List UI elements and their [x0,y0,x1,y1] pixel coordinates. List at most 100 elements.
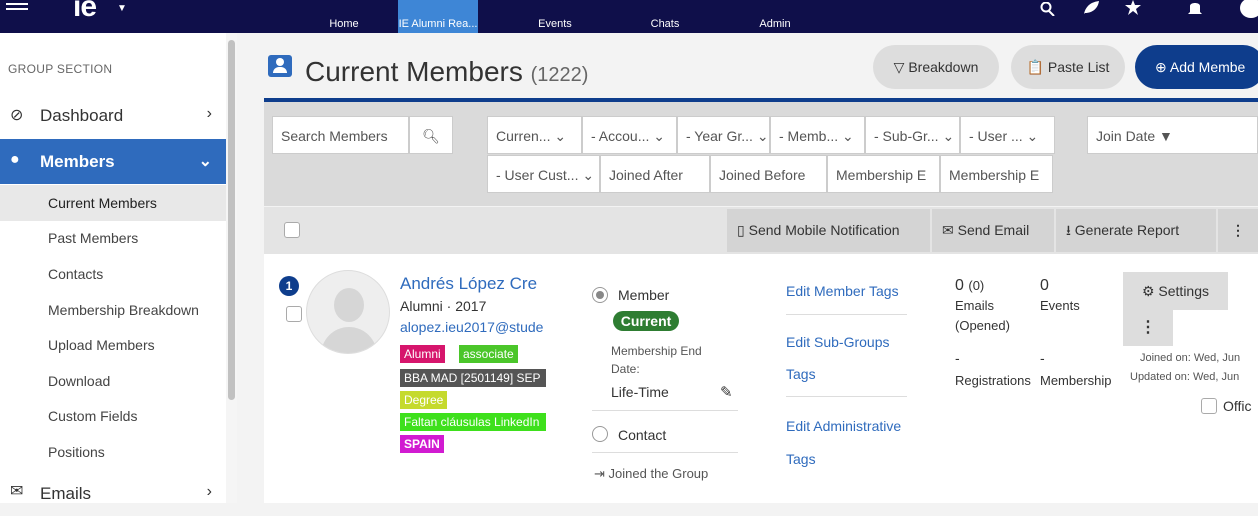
registrations-label: Registrations [955,373,1031,388]
sidebar-sub-membership-breakdown[interactable]: Membership Breakdown [0,292,226,328]
officer-checkbox[interactable] [1201,398,1217,414]
emails-opened-value: (0) [968,278,985,293]
member-more-button[interactable]: ⋮ [1123,310,1173,346]
paste-list-button[interactable]: 📋 Paste List [1011,45,1125,89]
nav-home[interactable]: Home [318,0,370,33]
sidebar-item-dashboard[interactable]: ⊘ Dashboard › [0,93,226,138]
sidebar-scrollbar-thumb[interactable] [228,40,235,400]
generate-report-button[interactable]: ⭳ Generate Report [1056,209,1216,252]
sidebar-sub-upload-members[interactable]: Upload Members [0,327,226,363]
member-role-radio[interactable] [592,287,608,303]
gear-icon: ⚙ [1141,283,1155,299]
paste-list-label: Paste List [1047,59,1110,75]
emails-count-value: 0 [955,277,964,294]
member-tag[interactable]: Degree [400,391,448,409]
membership-value: - [1040,350,1045,366]
group-icon [398,0,478,16]
filter-subgroup-select[interactable]: - Sub-Gr... ⌄ [865,116,960,154]
member-select-checkbox[interactable] [286,306,302,322]
member-name-link[interactable]: Andrés López Cre [400,274,546,294]
search-input[interactable]: Search Members [272,116,409,154]
logo[interactable]: ie [73,0,97,24]
member-tag[interactable]: Alumni [400,345,445,363]
filter-account-select[interactable]: - Accou... ⌄ [582,116,677,154]
contact-role-label: Contact [618,427,667,443]
sidebar-sub-custom-fields[interactable]: Custom Fields [0,398,226,434]
membership-label: Membership [1040,373,1112,388]
opened-label: (Opened) [955,318,1010,333]
star-icon[interactable] [1124,0,1142,15]
nav-group[interactable]: IE Alumni Rea... [398,0,478,33]
filter-icon: ▽ [893,59,905,75]
edit-sub-groups-link[interactable]: Edit Sub-Groups [786,334,890,350]
member-tag[interactable]: Faltan cláusulas LinkedIn [400,413,546,431]
send-email-button[interactable]: ✉ Send Email [932,209,1054,252]
search-button[interactable]: 🔍︎ [409,116,453,154]
mobile-icon: ▯ [737,222,745,238]
filter-user-custom-select[interactable]: - User Cust... ⌄ [487,155,600,193]
settings-button[interactable]: ⚙ Settings [1123,272,1228,310]
edit-administrative-tags-link-tags[interactable]: Tags [786,451,816,467]
membership-end-from-input[interactable]: Membership E [827,155,940,193]
filter-membership-select[interactable]: - Memb... ⌄ [770,116,865,154]
officer-label: Offic [1223,398,1252,414]
sidebar-sub-positions[interactable]: Positions [0,434,226,470]
nav-chats-label: Chats [650,18,680,30]
filter-status-select[interactable]: Curren... ⌄ [487,116,582,154]
avatar-icon[interactable] [1240,0,1258,18]
row-index-badge: 1 [279,276,299,296]
member-tag[interactable]: BBA MAD [2501149] SEP [400,369,546,387]
joined-after-input[interactable]: Joined After [600,155,710,193]
edit-administrative-tags-link[interactable]: Edit Administrative [786,418,901,434]
breakdown-button[interactable]: ▽ Breakdown [873,45,999,89]
pencil-icon[interactable]: ✎ [720,383,733,401]
send-mobile-notification-button[interactable]: ▯ Send Mobile Notification [727,209,930,252]
contact-role-radio[interactable] [592,426,608,442]
chevron-right-icon: › [206,105,212,122]
registrations-value: - [955,350,960,366]
sort-label: Join Date ▼ [1096,128,1173,144]
filter-year-select[interactable]: - Year Gr... ⌄ [677,116,770,154]
add-member-button[interactable]: ⊕ Add Membe [1135,45,1258,89]
nav-admin[interactable]: Admin [750,0,800,33]
sidebar-item-label: Dashboard [40,106,124,125]
membership-end-label-line1: Membership End [611,344,702,358]
member-tag[interactable]: SPAIN [400,435,444,453]
joined-before-input[interactable]: Joined Before [710,155,827,193]
avatar[interactable] [306,270,390,354]
settings-label: Settings [1158,283,1210,299]
nav-events-label: Events [538,18,572,30]
membership-end-to-input[interactable]: Membership E [940,155,1053,193]
edit-member-tags-link[interactable]: Edit Member Tags [786,283,899,299]
joined-group-info: ⇥ Joined the Group [594,466,708,482]
sidebar-sub-download[interactable]: Download [0,363,226,399]
nav-events[interactable]: Events [530,0,580,33]
member-email-link[interactable]: alopez.ieu2017@stude [400,319,546,335]
edit-sub-groups-link-tags[interactable]: Tags [786,366,816,382]
nav-chats[interactable]: Chats [640,0,690,33]
filter-label: - Memb... [779,128,839,144]
select-all-checkbox[interactable] [284,222,300,238]
search-icon[interactable] [1040,2,1056,16]
more-actions-button[interactable]: ⋮ [1218,209,1258,252]
bell-icon[interactable] [1188,0,1202,16]
member-tag[interactable]: associate [459,345,518,363]
menu-icon[interactable] [6,0,28,10]
sidebar-item-emails[interactable]: ✉ Emails › [0,471,226,516]
sidebar-sub-contacts[interactable]: Contacts [0,256,226,292]
chevron-down-icon[interactable]: ▼ [117,3,127,14]
filter-user-select[interactable]: - User ... ⌄ [960,116,1055,154]
leaf-icon[interactable] [1082,1,1100,15]
sort-join-date-select[interactable]: Join Date ▼ [1087,116,1258,154]
sidebar-sub-past-members[interactable]: Past Members [0,220,226,256]
button-label: Generate Report [1074,222,1180,238]
sign-in-icon: ⇥ [594,466,605,481]
member-subtitle: Alumni · 2017 [400,298,487,314]
events-count: 0 [1040,277,1049,294]
sidebar-item-label: Members [40,152,115,171]
sidebar-item-members[interactable]: ● Members ⌄ [0,139,226,184]
plus-circle-icon: ⊕ [1155,59,1167,75]
joined-group-label: Joined the Group [608,466,709,481]
sidebar-sub-current-members[interactable]: Current Members [0,185,226,221]
divider [786,396,907,397]
